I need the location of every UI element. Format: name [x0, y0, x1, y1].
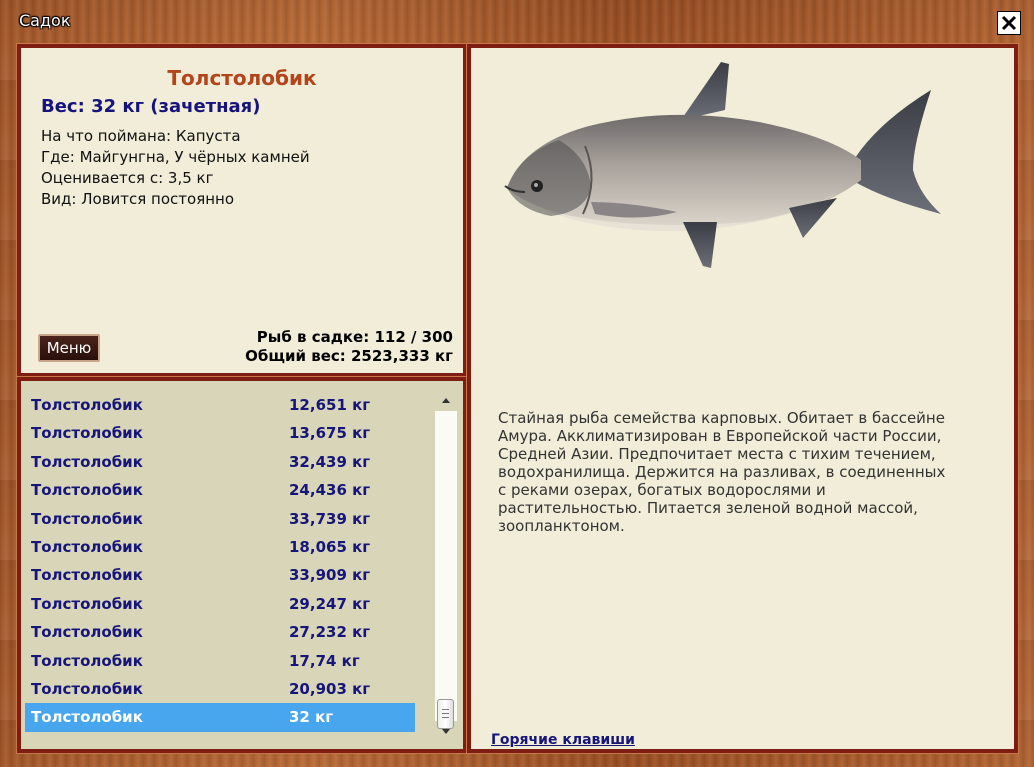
scroll-down-button[interactable] [435, 721, 457, 741]
fish-info-panel: Толстолобик Вес: 32 кг (зачетная) На что… [16, 43, 468, 378]
fish-list-row[interactable]: Толстолобик 32,439 кг [25, 448, 415, 476]
bait-line: На что поймана: Капуста [41, 127, 241, 145]
fish-row-weight: 17,74 кг [289, 651, 360, 670]
fish-list-row[interactable]: Толстолобик 32 кг [25, 703, 415, 732]
fish-row-weight: 33,739 кг [289, 509, 371, 528]
fish-row-name: Толстолобик [31, 566, 143, 585]
fish-name: Толстолобик [167, 66, 317, 90]
menu-button[interactable]: Меню [38, 334, 100, 362]
keepnet-stats: Рыб в садке: 112 / 300 Общий вес: 2523,3… [245, 328, 453, 366]
close-button[interactable] [997, 11, 1021, 35]
fish-list-row[interactable]: Толстолобик 20,903 кг [25, 675, 415, 703]
fish-list-row[interactable]: Толстолобик 17,74 кг [25, 647, 415, 675]
fish-list-panel: Толстолобик 12,651 кг Толстолобик 13,675 кг… [16, 376, 468, 754]
close-icon [1001, 15, 1017, 31]
list-scrollbar[interactable] [435, 391, 457, 741]
fish-list-row[interactable]: Толстолобик 12,651 кг [25, 391, 415, 419]
fish-row-weight: 13,675 кг [289, 424, 371, 443]
total-weight: Общий вес: 2523,333 кг [245, 347, 453, 365]
fish-row-weight: 32,439 кг [289, 452, 371, 471]
fish-row-weight: 20,903 кг [289, 679, 371, 698]
fish-row-name: Толстолобик [31, 594, 143, 613]
fish-description: Стайная рыба семейства карповых. Обитает… [498, 409, 946, 535]
fish-list-row[interactable]: Толстолобик 27,232 кг [25, 618, 415, 646]
fish-image [504, 62, 941, 268]
fish-row-name: Толстолобик [31, 537, 143, 556]
window-title: Садок [19, 11, 71, 30]
fish-row-name: Толстолобик [31, 424, 143, 443]
fish-list-row[interactable]: Толстолобик 18,065 кг [25, 533, 415, 561]
fish-row-name: Толстолобик [31, 679, 143, 698]
fish-count: Рыб в садке: 112 / 300 [256, 328, 453, 346]
hotkeys-link[interactable]: Горячие клавиши [491, 732, 635, 748]
rated-line: Оценивается с: 3,5 кг [41, 169, 214, 187]
fish-list-row[interactable]: Толстолобик 33,739 кг [25, 505, 415, 533]
fish-row-name: Толстолобик [31, 623, 143, 642]
scroll-track[interactable] [435, 411, 457, 721]
fish-list-row[interactable]: Толстолобик 33,909 кг [25, 561, 415, 589]
fish-row-weight: 33,909 кг [289, 566, 371, 585]
fish-row-name: Толстолобик [31, 708, 143, 727]
fish-row-name: Толстолобик [31, 481, 143, 500]
scroll-up-button[interactable] [435, 391, 457, 411]
place-line: Где: Майгунгна, У чёрных камней [41, 148, 310, 166]
fish-list: Толстолобик 12,651 кг Толстолобик 13,675 кг… [25, 391, 415, 732]
fish-row-weight: 18,065 кг [289, 537, 371, 556]
fish-row-name: Толстолобик [31, 452, 143, 471]
fish-row-name: Толстолобик [31, 396, 143, 414]
fish-list-row[interactable]: Толстолобик 13,675 кг [25, 419, 415, 447]
window-frame: Садок Толстолобик Вес: 32 кг (зачетная) … [0, 0, 1034, 767]
fish-row-name: Толстолобик [31, 651, 143, 670]
arrow-down-icon [442, 729, 450, 734]
fish-description-panel: Стайная рыба семейства карповых. Обитает… [466, 43, 1019, 754]
fish-row-weight: 24,436 кг [289, 481, 371, 500]
fish-details: На что поймана: Капуста Где: Майгунгна, … [41, 126, 310, 210]
fish-list-row[interactable]: Толстолобик 29,247 кг [25, 590, 415, 618]
fish-weight: Вес: 32 кг (зачетная) [41, 96, 261, 117]
fish-row-weight: 32 кг [289, 708, 334, 727]
fish-row-weight: 12,651 кг [289, 396, 371, 414]
fish-list-row[interactable]: Толстолобик 24,436 кг [25, 476, 415, 504]
fish-row-weight: 27,232 кг [289, 623, 371, 642]
fish-row-weight: 29,247 кг [289, 594, 371, 613]
fish-row-name: Толстолобик [31, 509, 143, 528]
arrow-up-icon [442, 398, 450, 403]
kind-line: Вид: Ловится постоянно [41, 190, 235, 208]
